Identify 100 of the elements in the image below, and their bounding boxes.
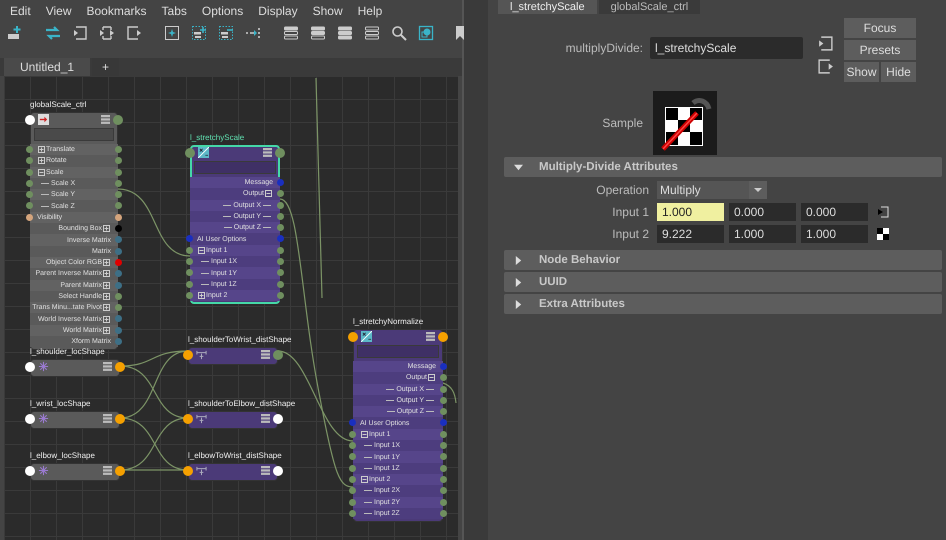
node-card[interactable] <box>183 463 283 481</box>
expand-icon[interactable] <box>103 270 110 278</box>
editor-button[interactable]: Focus <box>844 18 916 38</box>
port-dot[interactable] <box>115 214 122 221</box>
port-dot[interactable] <box>277 224 284 232</box>
port-dot[interactable] <box>183 414 193 424</box>
stack-icon[interactable] <box>101 115 110 124</box>
stack-icon[interactable] <box>261 466 270 475</box>
node-card[interactable] <box>25 411 125 429</box>
port-dot[interactable] <box>277 292 284 299</box>
collapsed-triangle-icon[interactable] <box>514 256 523 264</box>
port-dot[interactable] <box>440 464 447 472</box>
port-dot[interactable] <box>25 466 35 476</box>
menu-item[interactable]: Help <box>352 4 388 18</box>
port-dot[interactable] <box>115 248 122 255</box>
port-dot[interactable] <box>115 157 122 164</box>
menu-item[interactable]: Tabs <box>156 4 193 18</box>
node-card[interactable] <box>183 347 283 365</box>
add-node-icon[interactable] <box>7 25 23 41</box>
port-dot[interactable] <box>273 350 283 360</box>
node-card[interactable] <box>183 411 283 429</box>
swap-arrows-icon[interactable] <box>45 25 61 41</box>
expand-icon[interactable] <box>103 282 110 289</box>
port-dot[interactable] <box>26 146 33 153</box>
port-dot[interactable] <box>186 280 193 288</box>
node-card[interactable] <box>25 359 125 377</box>
menu-item[interactable]: View <box>40 4 78 18</box>
layout-rows-icon[interactable] <box>337 25 353 41</box>
expand-icon[interactable] <box>103 326 110 334</box>
layout-rows-icon[interactable] <box>283 25 299 41</box>
collapsed-triangle-icon[interactable] <box>514 300 523 308</box>
port-dot[interactable] <box>183 350 193 360</box>
port-dot[interactable] <box>349 442 356 450</box>
layout-rows-icon[interactable] <box>310 25 326 41</box>
collapse-icon[interactable] <box>361 430 368 438</box>
port-dot[interactable] <box>115 225 122 232</box>
stack-icon[interactable] <box>261 350 270 359</box>
port-dot[interactable] <box>349 430 356 438</box>
collapse-icon[interactable] <box>38 168 45 176</box>
port-dot[interactable] <box>277 280 284 288</box>
stack-icon[interactable] <box>103 362 112 371</box>
port-dot[interactable] <box>440 396 447 404</box>
port-dot[interactable] <box>273 466 283 476</box>
number-field[interactable]: 1.000 <box>801 225 868 243</box>
section-header[interactable]: Extra Attributes <box>504 294 942 314</box>
port-dot[interactable] <box>115 236 122 244</box>
port-dot[interactable] <box>440 386 447 393</box>
port-dot[interactable] <box>185 148 195 158</box>
port-dot[interactable] <box>26 180 33 187</box>
port-dot[interactable] <box>277 235 284 242</box>
port-dot[interactable] <box>277 258 284 266</box>
stack-icon[interactable] <box>263 148 272 157</box>
output-connections-icon[interactable] <box>817 58 834 75</box>
port-dot[interactable] <box>115 338 122 346</box>
section-header[interactable]: Multiply-Divide Attributes <box>504 157 942 177</box>
remove-selected-icon[interactable] <box>218 25 234 41</box>
port-dot[interactable] <box>115 362 125 372</box>
port-dot[interactable] <box>115 168 122 176</box>
operation-dropdown[interactable]: Multiply <box>657 181 767 199</box>
port-dot[interactable] <box>440 498 447 506</box>
port-dot[interactable] <box>440 419 447 426</box>
port-dot[interactable] <box>113 115 123 125</box>
menu-item[interactable]: Bookmarks <box>80 4 153 18</box>
expand-icon[interactable] <box>103 304 110 312</box>
collapsed-triangle-icon[interactable] <box>514 278 523 286</box>
editor-tab[interactable]: Untitled_1 <box>4 58 90 76</box>
port-dot[interactable] <box>26 157 33 164</box>
port-dot[interactable] <box>115 304 122 312</box>
menu-item[interactable]: Show <box>306 4 349 18</box>
port-dot[interactable] <box>277 190 284 198</box>
stack-icon[interactable] <box>426 332 435 341</box>
editor-button[interactable]: Presets <box>844 40 916 60</box>
stack-icon[interactable] <box>103 466 112 475</box>
port-dot[interactable] <box>440 430 447 438</box>
port-dot[interactable] <box>440 374 447 382</box>
port-dot[interactable] <box>186 292 193 299</box>
port-dot[interactable] <box>277 269 284 276</box>
number-field[interactable]: 1.000 <box>729 225 796 243</box>
port-dot[interactable] <box>186 246 193 254</box>
port-dot[interactable] <box>115 270 122 278</box>
stack-icon[interactable] <box>103 414 112 423</box>
expand-icon[interactable] <box>38 146 45 154</box>
port-dot[interactable] <box>26 214 33 221</box>
number-field[interactable]: 1.000 <box>657 203 724 221</box>
node-tab[interactable]: l_stretchyScale <box>498 0 597 14</box>
output-connections-icon[interactable] <box>126 25 142 41</box>
port-dot[interactable] <box>115 180 122 187</box>
number-field[interactable]: 9.222 <box>657 225 724 243</box>
node-name-field[interactable] <box>194 161 276 174</box>
input-output-icon[interactable] <box>99 25 115 41</box>
expand-icon[interactable] <box>103 293 110 300</box>
checker-icon[interactable] <box>877 228 889 240</box>
menu-item[interactable]: Options <box>196 4 250 18</box>
graph-arrow-icon[interactable] <box>245 25 261 41</box>
port-dot[interactable] <box>349 476 356 483</box>
port-dot[interactable] <box>440 442 447 450</box>
port-dot[interactable] <box>277 246 284 254</box>
add-selected-icon[interactable] <box>191 25 207 41</box>
menu-item[interactable]: Display <box>252 4 304 18</box>
port-dot[interactable] <box>438 332 448 342</box>
